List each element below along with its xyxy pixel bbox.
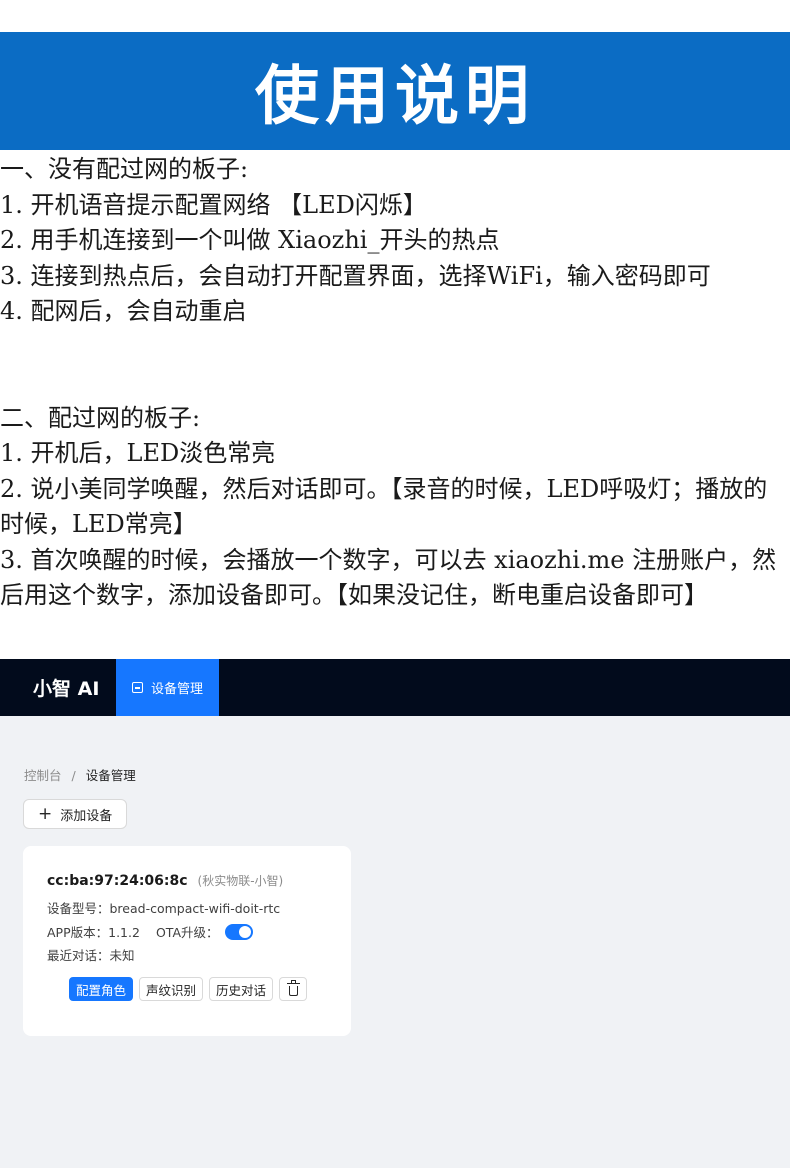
section2-step-3: 3. 首次唤醒的时候，会播放一个数字，可以去 xiaozhi.me 注册账户，然… <box>0 545 777 610</box>
plus-icon: + <box>38 803 53 824</box>
ota-label: OTA升级： <box>155 924 219 940</box>
breadcrumb: 控制台 / 设备管理 <box>24 765 136 784</box>
device-icon <box>132 682 143 693</box>
history-button[interactable]: 历史对话 <box>209 977 274 1001</box>
title-banner: 使用说明 <box>0 32 790 150</box>
add-device-button[interactable]: + 添加设备 <box>23 799 128 829</box>
add-device-label: 添加设备 <box>60 808 113 824</box>
device-card: cc:ba:97:24:06:8c (秋实物联-小智) 设备型号：bread-c… <box>23 846 351 1036</box>
breadcrumb-current: 设备管理 <box>85 768 136 783</box>
section2-heading: 二、配过网的板子: <box>0 403 201 432</box>
app-version: APP版本：1.1.2 <box>47 924 140 940</box>
instructions: 一、没有配过网的板子: 1. 开机语音提示配置网络 【LED闪烁】 2. 用手机… <box>0 152 790 614</box>
configure-role-button[interactable]: 配置角色 <box>69 977 134 1001</box>
version-row: APP版本：1.1.2 OTA升级： <box>47 924 327 940</box>
section1-step-2: 2. 用手机连接到一个叫做 Xiaozhi_开头的热点 <box>0 226 500 254</box>
device-model: 设备型号：bread-compact-wifi-doit-rtc <box>47 901 281 916</box>
device-owner: (秋实物联-小智) <box>197 874 284 888</box>
trash-icon <box>286 979 300 996</box>
device-management-screenshot: 小智 AI 设备管理 控制台 / 设备管理 + 添加设备 cc:ba:97:24… <box>0 659 790 1168</box>
section2-step-1: 1. 开机后，LED淡色常亮 <box>0 439 276 467</box>
brand-logo[interactable]: 小智 AI <box>0 659 116 716</box>
last-chat: 最近对话：未知 <box>47 948 135 963</box>
nav-item-label: 设备管理 <box>151 682 204 697</box>
top-nav: 小智 AI 设备管理 <box>0 659 790 716</box>
breadcrumb-separator: / <box>71 768 76 783</box>
section1-step-3: 3. 连接到热点后，会自动打开配置界面，选择WiFi，输入密码即可 <box>0 261 711 290</box>
delete-button[interactable] <box>279 977 308 1001</box>
section1-step-4: 4. 配网后，会自动重启 <box>0 297 247 325</box>
nav-item-device-management[interactable]: 设备管理 <box>116 659 220 716</box>
section1-step-1: 1. 开机语音提示配置网络 【LED闪烁】 <box>0 190 427 219</box>
ota-toggle[interactable] <box>224 924 253 940</box>
breadcrumb-root[interactable]: 控制台 <box>24 768 62 783</box>
device-mac: cc:ba:97:24:06:8c <box>47 873 188 889</box>
section1-heading: 一、没有配过网的板子: <box>0 155 249 183</box>
device-card-header: cc:ba:97:24:06:8c (秋实物联-小智) <box>47 872 327 889</box>
voiceprint-button[interactable]: 声纹识别 <box>139 977 204 1001</box>
device-actions: 配置角色 声纹识别 历史对话 <box>69 977 327 1001</box>
toggle-knob <box>238 926 251 938</box>
page-title: 使用说明 <box>255 60 535 134</box>
section2-step-2: 2. 说小美同学唤醒，然后对话即可。【录音的时候，LED呼吸灯；播放的时候，LE… <box>0 474 768 539</box>
